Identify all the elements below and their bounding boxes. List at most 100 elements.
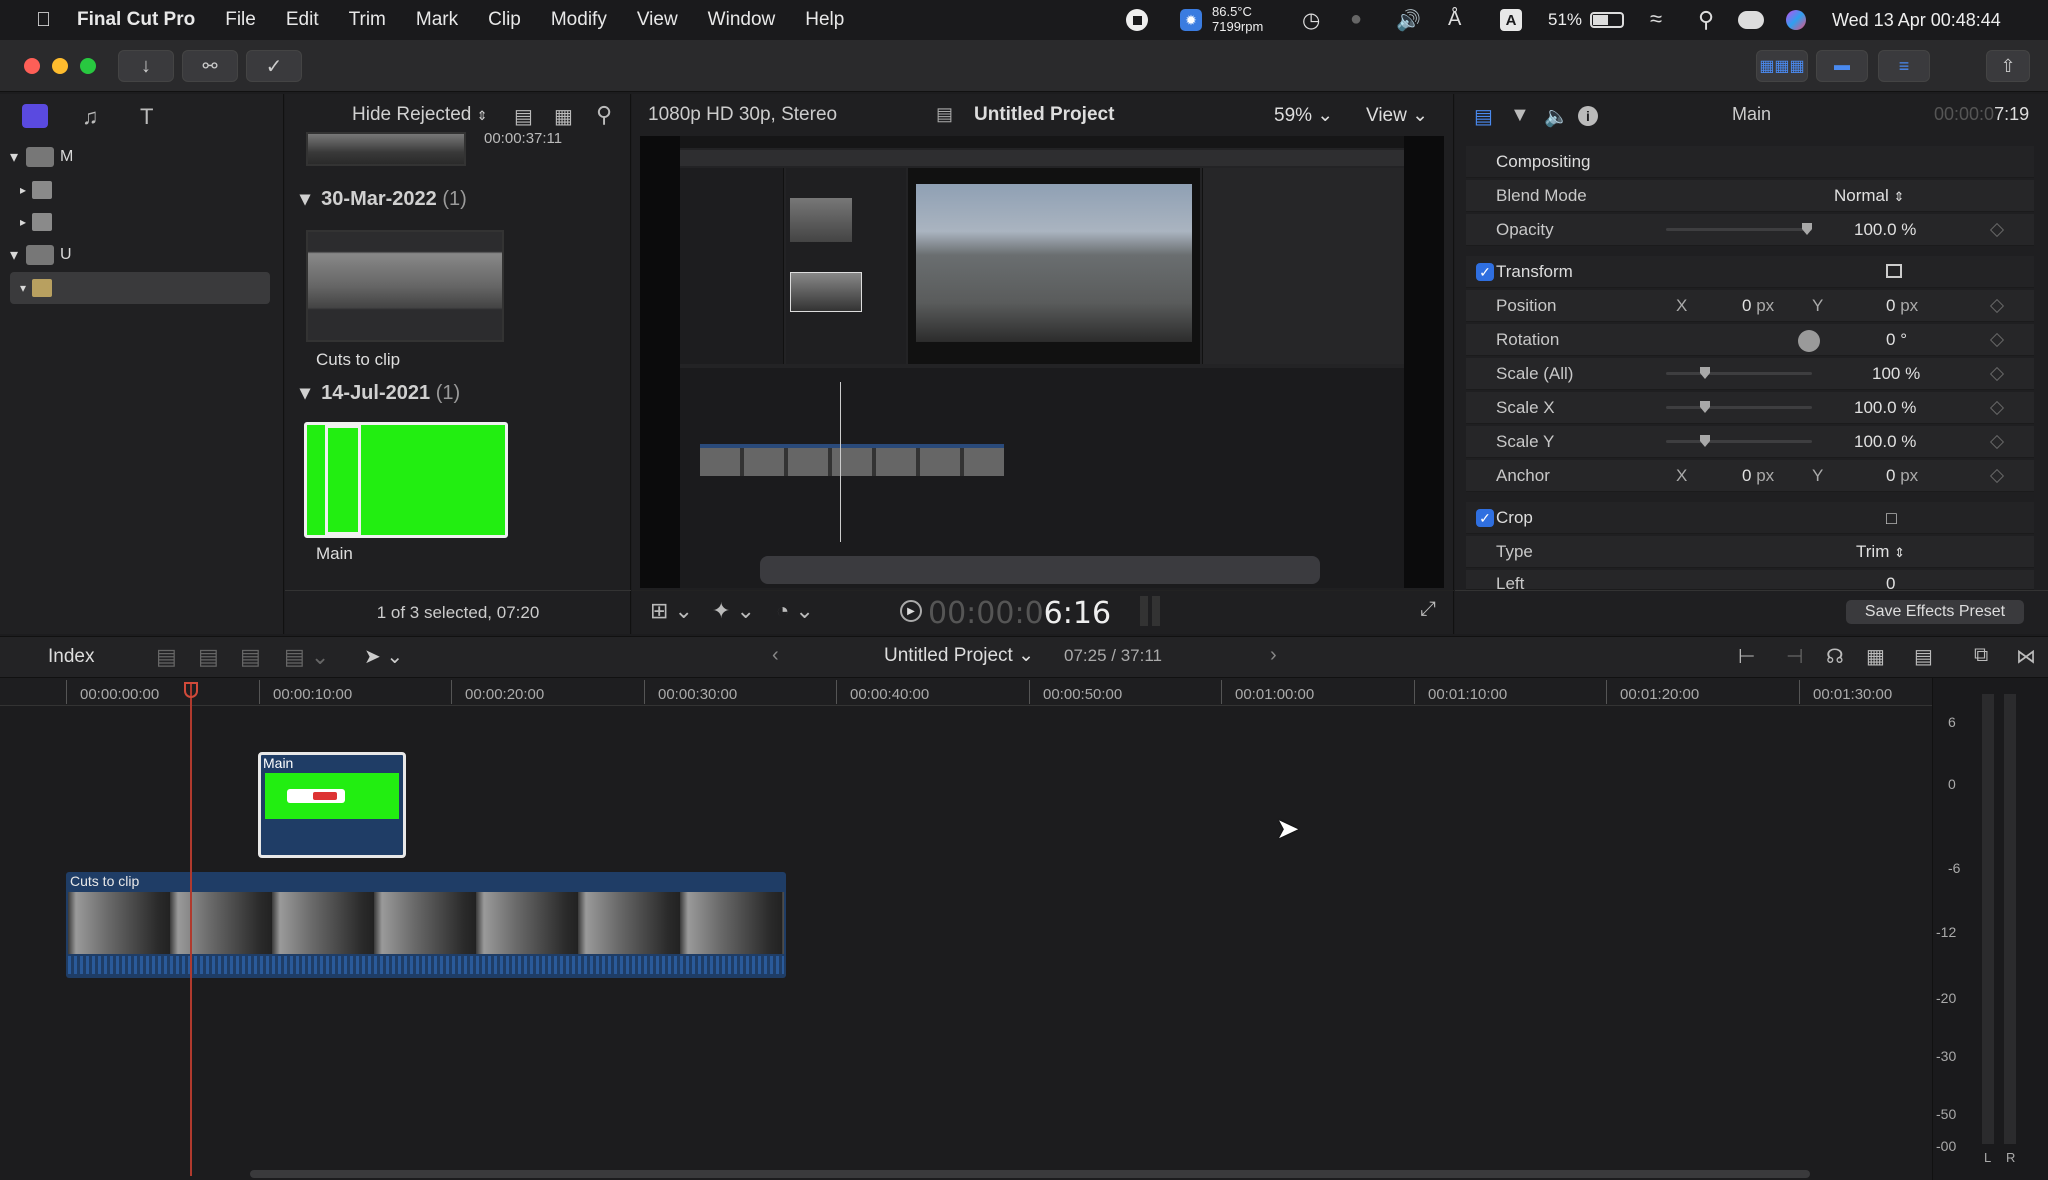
scale-y-value[interactable]: 100.0 % (1854, 432, 1916, 452)
clip-thumbnail-cuts[interactable] (306, 230, 504, 342)
info-inspector-icon[interactable]: i (1578, 106, 1598, 126)
import-button[interactable]: ↓ (118, 50, 174, 82)
app-menu[interactable]: Final Cut Pro (77, 9, 195, 31)
menu-trim[interactable]: Trim (349, 9, 386, 31)
effects-browser-icon[interactable]: ⧉ (1974, 644, 1988, 667)
control-center-icon[interactable] (1738, 11, 1764, 29)
event-item[interactable]: ▸ (10, 206, 270, 238)
timeline-project-dropdown[interactable]: Untitled Project ⌄ (884, 644, 1034, 667)
moon-icon[interactable]: ● (1350, 8, 1362, 31)
minimize-window-button[interactable] (52, 58, 68, 74)
scale-x-knob[interactable] (1700, 401, 1710, 413)
opacity-slider-knob[interactable] (1802, 223, 1812, 235)
rotation-dial[interactable] (1798, 330, 1820, 352)
append-clip-icon[interactable]: ▤ (240, 644, 261, 670)
enhance-wand-icon[interactable]: ✦ ⌄ (712, 598, 755, 624)
background-tasks-button[interactable]: ✓ (246, 50, 302, 82)
show-timeline-button[interactable]: ▬ (1816, 50, 1868, 82)
event-date-header[interactable]: ▾ 30-Mar-2022 (1) (300, 186, 467, 211)
anchor-y-field[interactable]: 0 px (1886, 466, 1918, 486)
select-tool-icon[interactable]: ➤ ⌄ (364, 644, 403, 669)
skimming-icon[interactable]: ⊢ (1738, 644, 1755, 669)
audio-skimming-icon[interactable]: ☊ (1826, 644, 1844, 669)
menu-clip[interactable]: Clip (488, 9, 521, 31)
event-item-selected[interactable]: ▾ (10, 272, 270, 304)
scale-all-slider[interactable] (1666, 372, 1812, 375)
crop-onscreen-icon[interactable]: □ (1886, 508, 1897, 529)
scale-y-knob[interactable] (1700, 435, 1710, 447)
battery-icon[interactable] (1590, 12, 1624, 28)
color-inspector-icon[interactable]: ▼ (1510, 104, 1530, 127)
viewer-video-frame[interactable] (640, 136, 1444, 588)
solo-icon[interactable]: ▦ (1866, 644, 1885, 669)
retime-speed-icon[interactable]: ◔ ⌄ (776, 598, 814, 624)
clip-thumbnail-main[interactable] (304, 422, 508, 538)
scale-y-slider[interactable] (1666, 440, 1812, 443)
menu-window[interactable]: Window (708, 9, 776, 31)
timeline-clip-main[interactable]: Main (258, 752, 406, 858)
play-button[interactable]: ▶ (900, 600, 922, 622)
timeline-scrollbar[interactable] (250, 1170, 1810, 1178)
keywords-button[interactable]: ⚯ (182, 50, 238, 82)
transform-checkbox[interactable]: ✓ (1476, 263, 1494, 281)
transform-tool-icon[interactable]: ⊞ ⌄ (650, 598, 693, 624)
time-machine-icon[interactable]: ◷ (1302, 8, 1320, 33)
fullscreen-icon[interactable]: ⤢ (1420, 598, 1436, 621)
menu-view[interactable]: View (637, 9, 678, 31)
menu-edit[interactable]: Edit (286, 9, 319, 31)
keyframe-diamond[interactable] (1989, 400, 2005, 416)
photos-audio-icon[interactable]: ♫ (82, 104, 99, 130)
snapping-icon[interactable]: ⊣ (1786, 644, 1803, 669)
apple-icon[interactable]:  (36, 9, 51, 32)
siri-icon[interactable] (1786, 10, 1806, 30)
transform-onscreen-icon[interactable] (1886, 264, 1902, 278)
position-y-field[interactable]: 0 px (1886, 296, 1918, 316)
position-x-field[interactable]: 0 px (1742, 296, 1774, 316)
playhead-handle[interactable] (184, 682, 198, 698)
menu-help[interactable]: Help (805, 9, 844, 31)
opacity-value[interactable]: 100.0 % (1854, 220, 1916, 240)
timeline-clip-cuts[interactable]: Cuts to clip (66, 872, 786, 978)
scale-x-slider[interactable] (1666, 406, 1812, 409)
keyframe-diamond[interactable] (1989, 468, 2005, 484)
filmstrip-view-icon[interactable]: ▦ (554, 104, 573, 129)
fan-icon[interactable]: ✹ (1180, 9, 1202, 31)
wifi-icon[interactable]: ≈ (1650, 6, 1662, 32)
show-inspector-button[interactable]: ≡ (1878, 50, 1930, 82)
hide-rejected-filter[interactable]: Hide Rejected ⇕ (352, 104, 488, 126)
save-effects-preset-button[interactable]: Save Effects Preset (1846, 600, 2024, 624)
audio-inspector-icon[interactable]: 🔈 (1544, 104, 1569, 129)
keyframe-diamond[interactable] (1989, 298, 2005, 314)
keyframe-diamond[interactable] (1989, 366, 2005, 382)
clip-thumbnail[interactable] (306, 132, 466, 166)
zoom-dropdown[interactable]: 59% ⌄ (1274, 104, 1333, 127)
rotation-value[interactable]: 0 ° (1886, 330, 1907, 350)
playhead[interactable] (190, 682, 192, 1176)
spotlight-search-icon[interactable]: ⚲ (1698, 7, 1714, 33)
transitions-browser-icon[interactable]: ⋈ (2016, 644, 2036, 669)
menu-modify[interactable]: Modify (551, 9, 607, 31)
search-icon[interactable]: ⚲ (596, 102, 612, 128)
overwrite-clip-icon[interactable]: ▤ ⌄ (284, 644, 329, 670)
menu-mark[interactable]: Mark (416, 9, 458, 31)
library-item[interactable]: ▾ M (10, 140, 270, 174)
event-date-header[interactable]: ▾ 14-Jul-2021 (1) (300, 380, 460, 405)
connect-clip-icon[interactable]: ▤ (156, 644, 177, 670)
crop-section[interactable]: ✓ Crop □ (1466, 502, 2034, 534)
share-button[interactable]: ⇧ (1986, 50, 2030, 82)
scale-x-value[interactable]: 100.0 % (1854, 398, 1916, 418)
view-dropdown[interactable]: View ⌄ (1366, 104, 1428, 127)
video-inspector-icon[interactable]: ▤ (1474, 104, 1493, 129)
event-item[interactable]: ▸ (10, 174, 270, 206)
compositing-section[interactable]: Compositing (1466, 146, 2034, 178)
libraries-icon[interactable] (22, 104, 48, 128)
clip-appearance-icon[interactable]: ▤ (514, 104, 533, 129)
audio-meter-mini[interactable] (1140, 596, 1160, 626)
anchor-x-field[interactable]: 0 px (1742, 466, 1774, 486)
close-window-button[interactable] (24, 58, 40, 74)
timeline-forward-icon[interactable]: › (1270, 644, 1277, 667)
menu-file[interactable]: File (225, 9, 256, 31)
crop-checkbox[interactable]: ✓ (1476, 509, 1494, 527)
bluetooth-icon[interactable]: Å (1448, 8, 1461, 31)
insert-clip-icon[interactable]: ▤ (198, 644, 219, 670)
